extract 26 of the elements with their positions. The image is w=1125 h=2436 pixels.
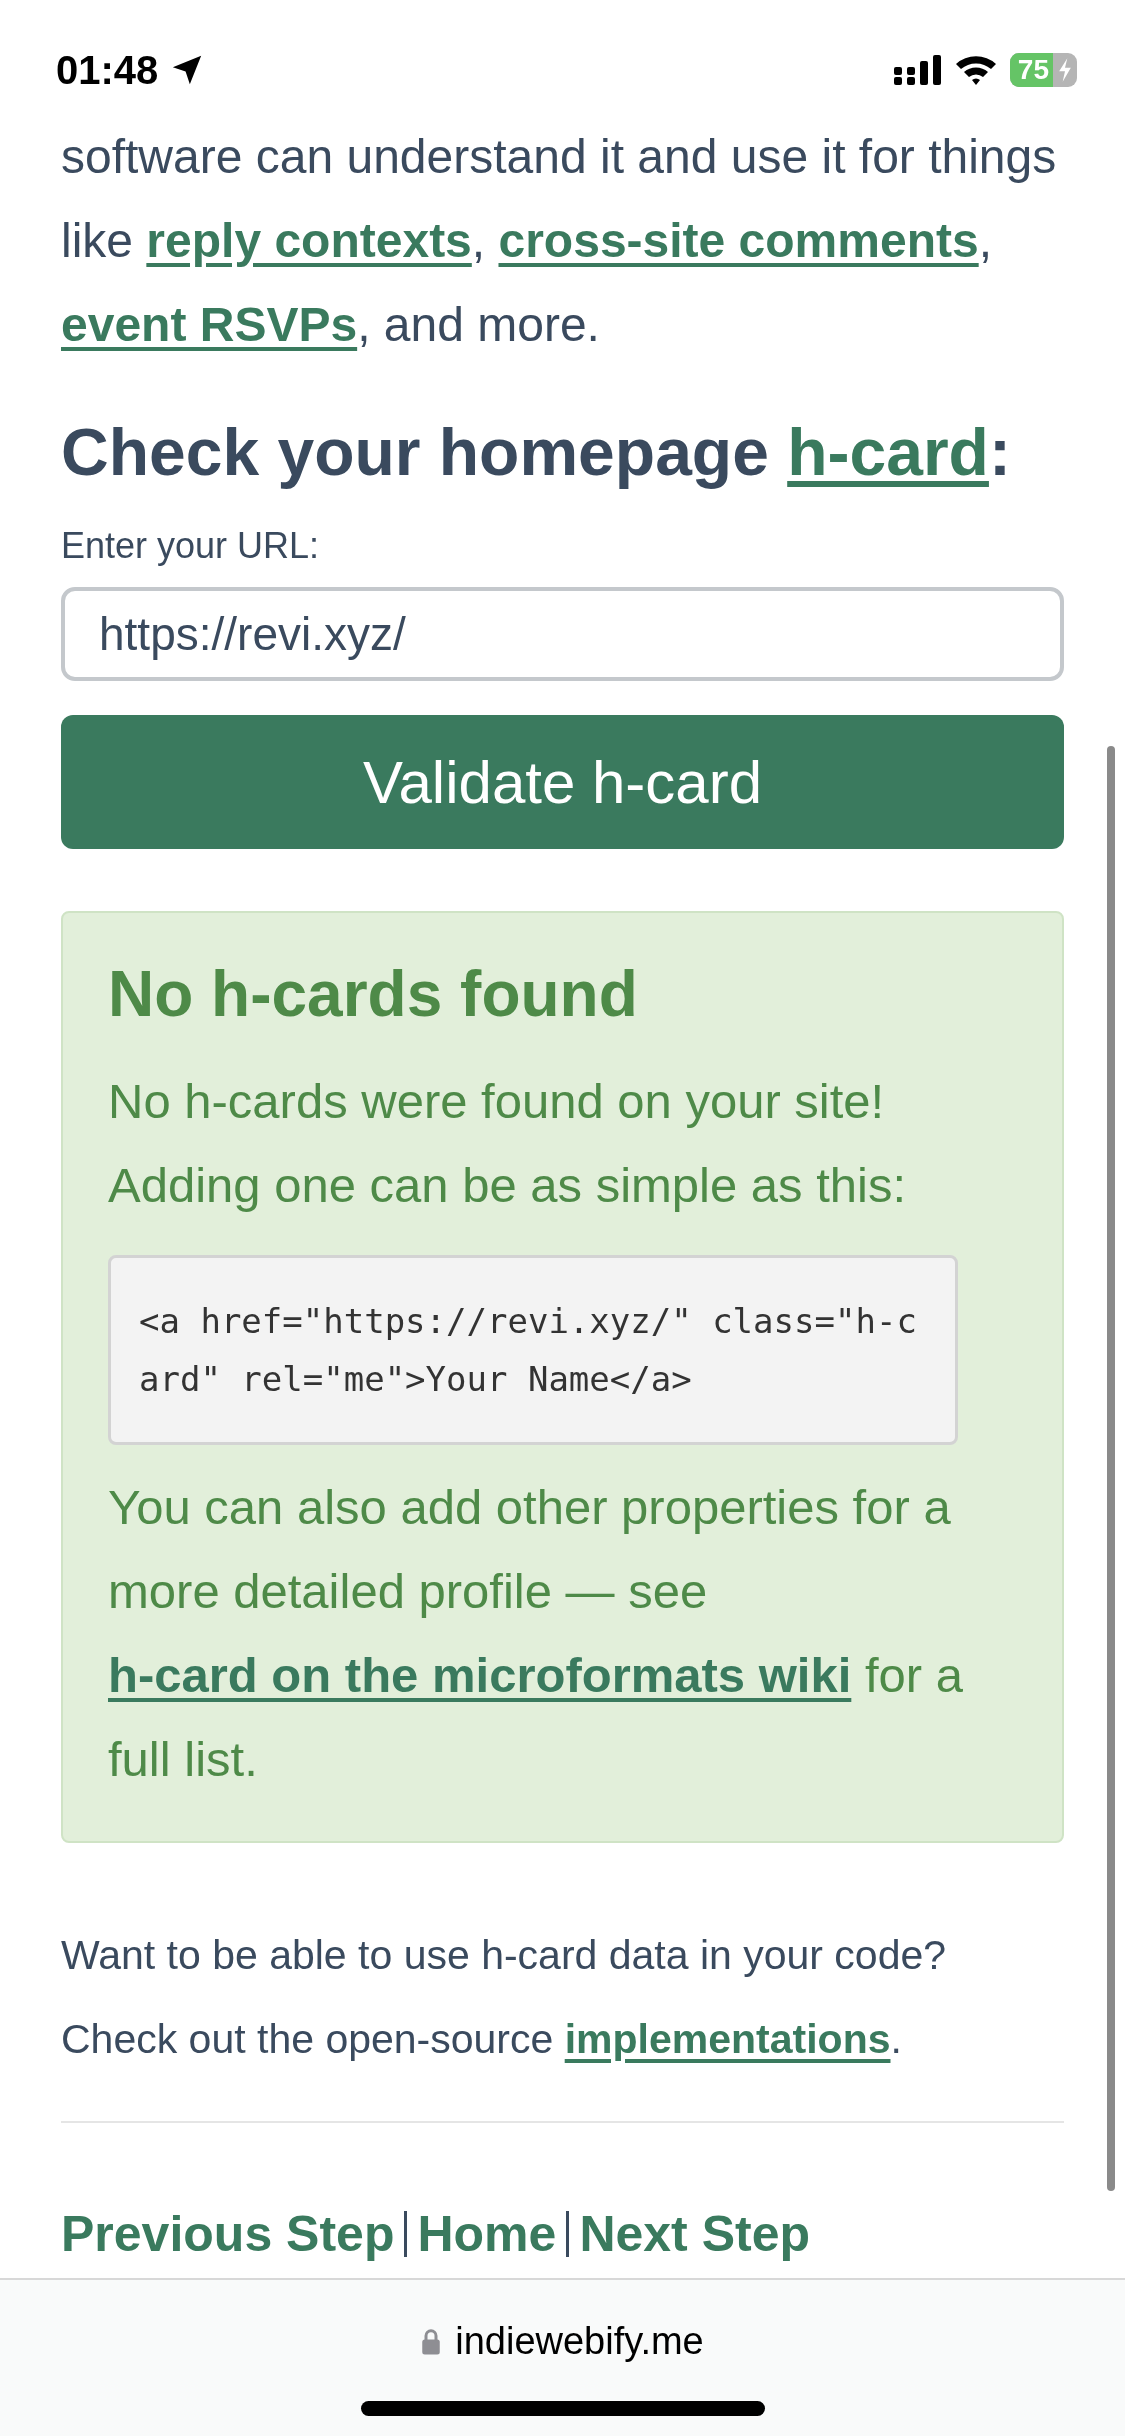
code-snippet: <a href="https://revi.xyz/" class="h-card" rel="me">Your Name</a> [108,1255,958,1445]
signal-icon [893,55,942,85]
nav-link[interactable]: Previous Step [61,2207,395,2261]
link[interactable]: event RSVPs [61,298,358,351]
home-indicator[interactable] [360,2401,765,2416]
nav-link[interactable]: Home [417,2207,557,2261]
section-heading: Check your homepage h-card: [61,414,1012,491]
field-label: Enter your URL: [61,525,321,567]
details-paragraph: You can also add other properties for a more detailed profile — see h-card on the microformats wiki for a full list. [108,1479,964,1788]
result-message: No h-cards were found on your site! Adding one can be as simple as this: [108,1073,908,1214]
lock-icon [421,2327,442,2356]
domain-text: indiewebify.me [455,2320,704,2363]
nav-link[interactable]: Next Step [579,2207,810,2261]
link[interactable]: cross-site comments [498,214,979,267]
result-title: No h-cards found [108,957,639,1032]
note-paragraph: Want to be able to use h-card data in your code? Check out the open-source implementations. [61,1931,948,2064]
link[interactable]: h-card [787,415,989,489]
validate-button[interactable]: Validate h-card [61,715,1064,849]
url-input-field[interactable]: https://revi.xyz/ [61,587,1064,681]
link[interactable]: reply contexts [146,214,472,267]
battery-icon: 75 [1009,53,1077,87]
intro-paragraph: software can understand it and use it for things like reply contexts, cross-site comments, event RSVPs, and more. [61,129,1058,353]
link[interactable]: h-card on the microformats wiki [108,1648,852,1702]
clock-time: 01:48 [56,47,159,93]
address-bar[interactable]: indiewebify.me [0,2278,1125,2436]
link[interactable]: implementations [564,2016,891,2062]
